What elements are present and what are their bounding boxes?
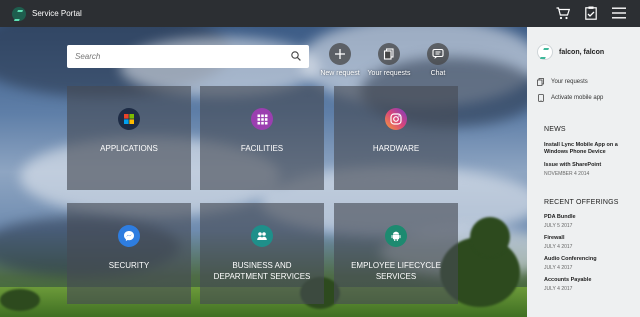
recent-offerings-heading: RECENT OFFERINGS <box>544 199 619 206</box>
offering-item[interactable]: PDA Bundle JULY 5 2017 <box>544 214 634 229</box>
offering-item[interactable]: Firewall JULY 4 2017 <box>544 235 634 250</box>
search-bar <box>67 45 309 68</box>
your-requests-link-label: Your requests <box>551 79 588 85</box>
windows-logo-icon <box>118 108 140 130</box>
news-item-title: Install Lync Mobile App on a Windows Pho… <box>544 142 618 155</box>
brand[interactable]: Service Portal <box>12 6 82 21</box>
search-icon[interactable] <box>291 48 301 66</box>
user-name: falcon, falcon <box>559 48 605 56</box>
your-requests-label: Your requests <box>367 70 411 77</box>
avatar <box>537 44 553 60</box>
android-icon <box>385 225 407 247</box>
tile-employee-lifecycle-services[interactable]: Employee Lifecycle Services <box>334 203 458 304</box>
tile-business-department-services[interactable]: Business and Department Services <box>200 203 324 304</box>
tile-label: Applications <box>100 144 158 153</box>
mobile-phone-icon <box>537 94 544 102</box>
news-item-title: Issue with SharePoint <box>544 162 602 168</box>
activate-mobile-app-label: Activate mobile app <box>551 95 604 101</box>
messenger-icon <box>118 225 140 247</box>
news-item[interactable]: Issue with SharePoint NOVEMBER 4 2014 <box>544 162 634 177</box>
tile-security[interactable]: Security <box>67 203 191 304</box>
search-input[interactable] <box>75 52 291 61</box>
documents-icon <box>537 78 544 86</box>
people-icon <box>251 225 273 247</box>
activate-mobile-app-link[interactable]: Activate mobile app <box>537 94 640 102</box>
instagram-icon <box>385 108 407 130</box>
tile-label: Facilities <box>240 144 284 153</box>
offering-title: Firewall <box>544 235 565 241</box>
your-requests-button[interactable]: Your requests <box>364 43 414 77</box>
tile-label: Hardware <box>372 144 420 153</box>
tile-label: Business and Department Services <box>213 261 311 281</box>
tile-label: Employee Lifecycle Services <box>351 261 441 281</box>
tile-label: Security <box>108 261 150 270</box>
plus-icon <box>329 43 351 65</box>
service-portal-logo-icon <box>12 6 26 21</box>
offering-title: Accounts Payable <box>544 277 592 283</box>
offering-date: JULY 5 2017 <box>544 223 573 229</box>
cart-icon[interactable] <box>554 5 572 21</box>
chat-button[interactable]: Chat <box>413 43 463 77</box>
offering-item[interactable]: Accounts Payable JULY 4 2017 <box>544 277 634 292</box>
offering-item[interactable]: Audio Conferencing JULY 4 2017 <box>544 256 634 271</box>
offering-title: Audio Conferencing <box>544 256 597 262</box>
offering-title: PDA Bundle <box>544 214 576 220</box>
documents-icon <box>378 43 400 65</box>
news-item[interactable]: Install Lync Mobile App on a Windows Pho… <box>544 142 634 156</box>
offering-date: JULY 4 2017 <box>544 265 573 271</box>
top-bar: Service Portal <box>0 0 640 27</box>
new-request-button[interactable]: New request <box>315 43 365 77</box>
news-item-date: NOVEMBER 4 2014 <box>544 171 590 177</box>
tile-applications[interactable]: Applications <box>67 86 191 190</box>
right-sidebar: falcon, falcon Your requests Activate mo… <box>527 27 640 317</box>
news-heading: NEWS <box>544 126 566 133</box>
hamburger-menu-icon[interactable] <box>610 5 628 21</box>
offering-date: JULY 4 2017 <box>544 244 573 250</box>
chat-label: Chat <box>430 70 446 77</box>
tile-facilities[interactable]: Facilities <box>200 86 324 190</box>
brand-title: Service Portal <box>32 9 82 18</box>
top-actions <box>554 5 628 21</box>
grid-icon <box>251 108 273 130</box>
your-requests-link[interactable]: Your requests <box>537 78 640 86</box>
user-profile[interactable]: falcon, falcon <box>537 44 640 60</box>
new-request-label: New request <box>320 70 360 77</box>
chat-bubble-icon <box>427 43 449 65</box>
clipboard-check-icon[interactable] <box>582 5 600 21</box>
offering-date: JULY 4 2017 <box>544 286 573 292</box>
tile-hardware[interactable]: Hardware <box>334 86 458 190</box>
